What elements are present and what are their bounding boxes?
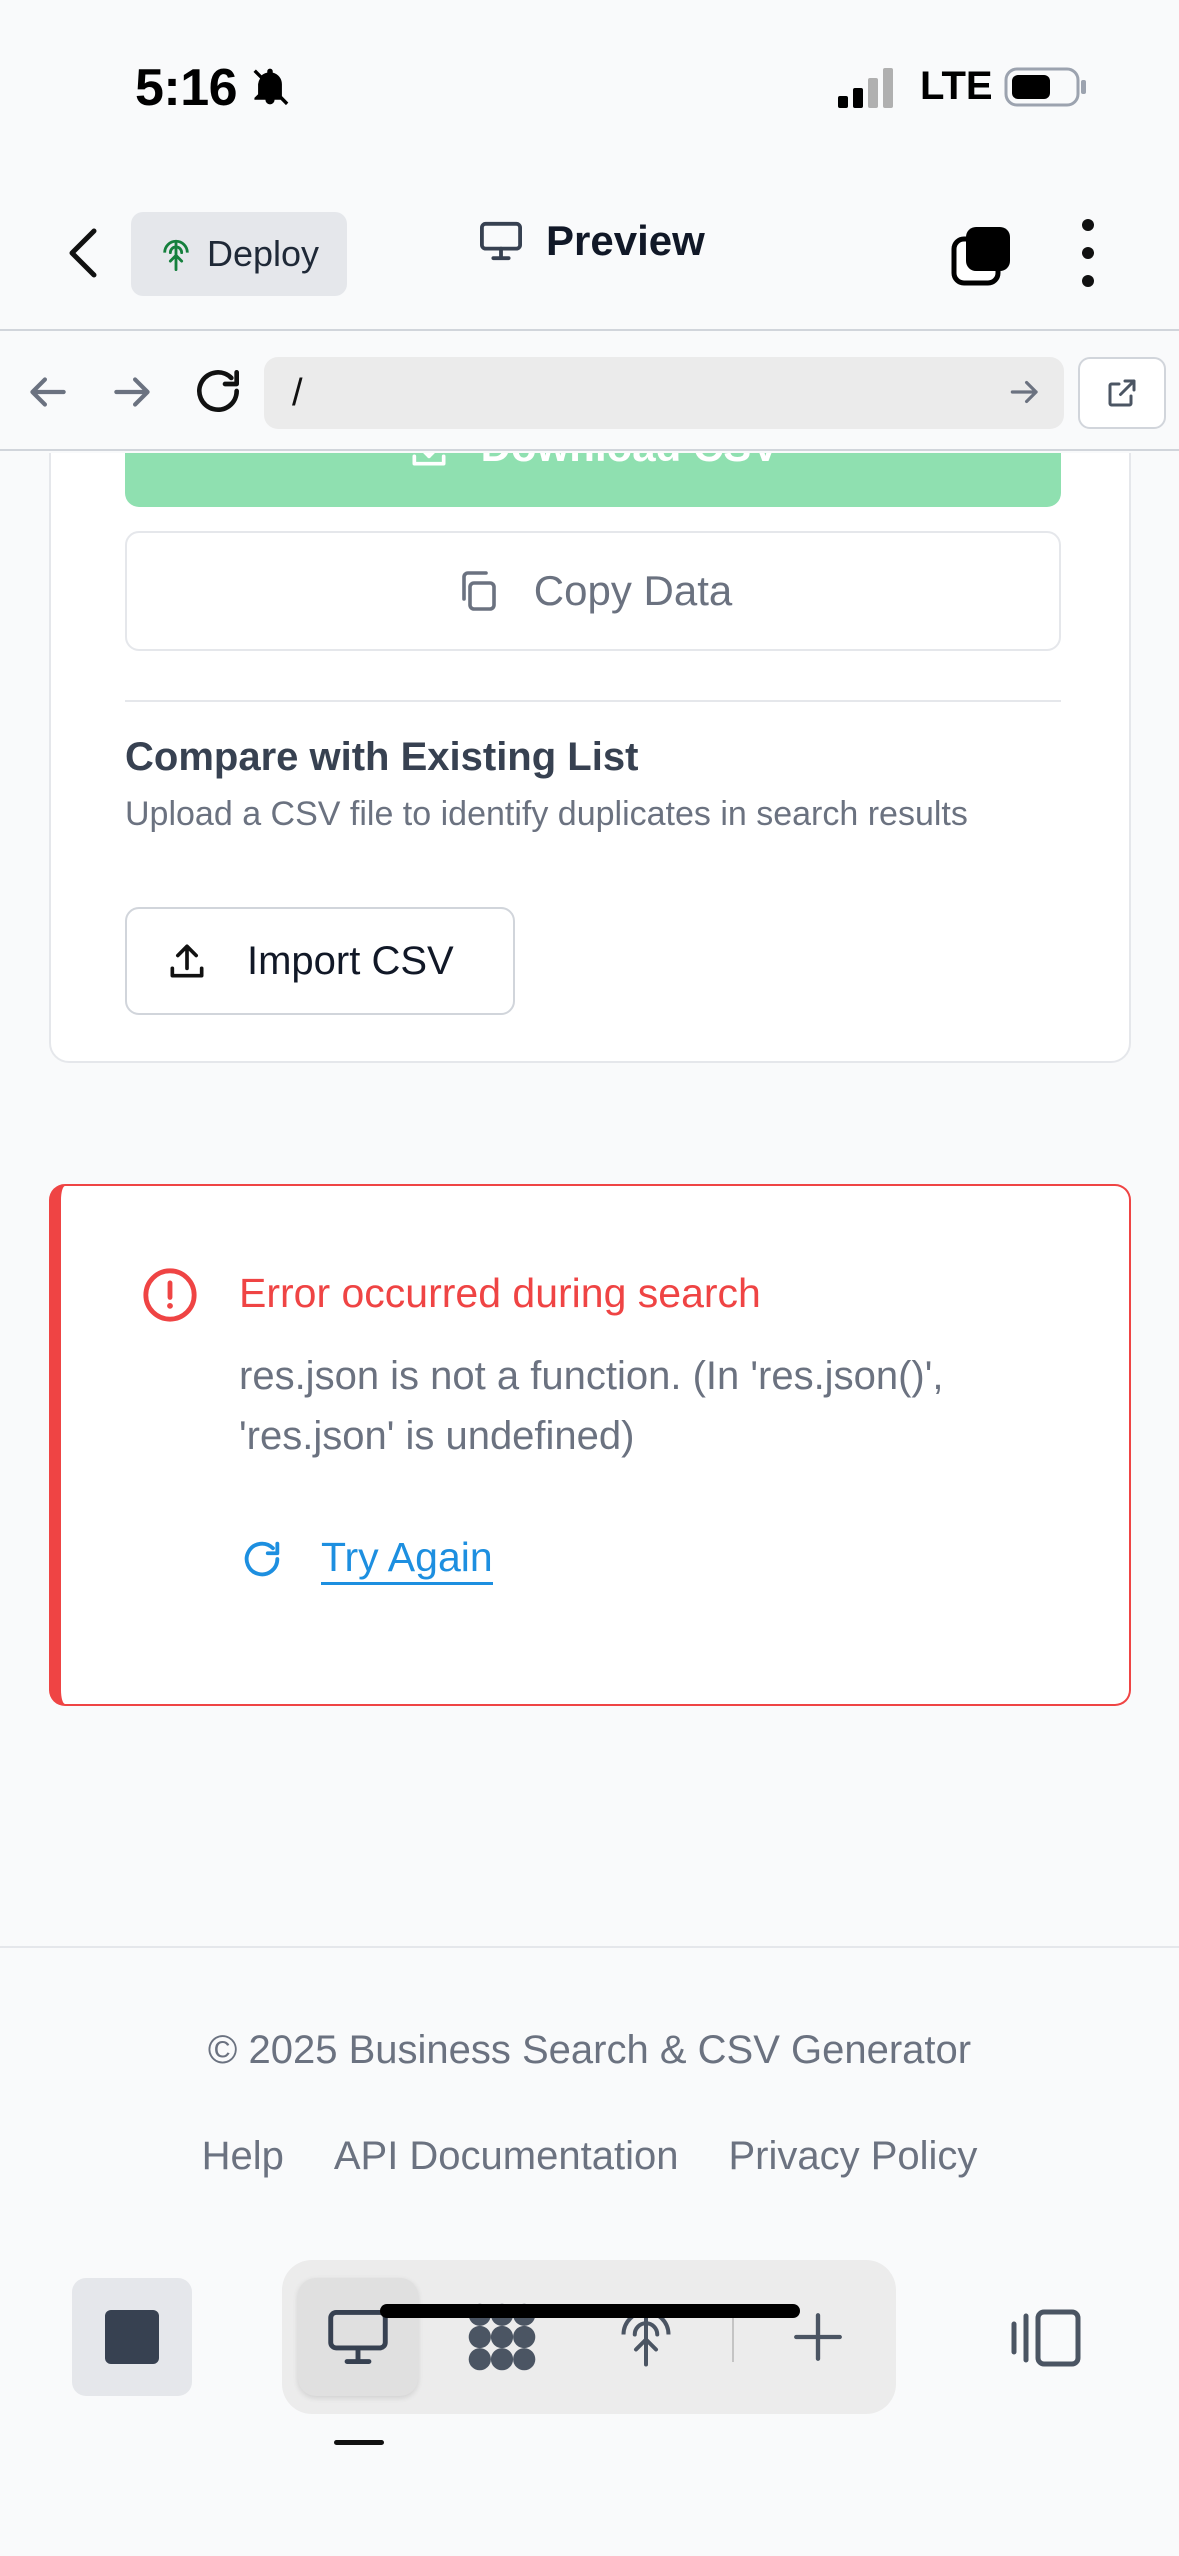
copy-data-label: Copy Data bbox=[533, 567, 733, 614]
footer-link-privacy[interactable]: Privacy Policy bbox=[728, 2134, 977, 2179]
download-icon bbox=[412, 453, 446, 466]
bell-slash-icon bbox=[253, 68, 289, 106]
divider bbox=[125, 700, 1061, 702]
compare-description: Upload a CSV file to identify duplicates… bbox=[125, 795, 968, 833]
battery-icon bbox=[1004, 67, 1086, 107]
import-csv-button[interactable]: Import CSV bbox=[125, 907, 515, 1015]
signal-icon bbox=[838, 68, 893, 108]
arrow-left-icon[interactable] bbox=[22, 367, 72, 417]
panel-icon[interactable] bbox=[1010, 2308, 1082, 2368]
compare-title: Compare with Existing List bbox=[125, 735, 639, 779]
deploy-icon bbox=[163, 239, 189, 272]
deploy-label: Deploy bbox=[207, 233, 320, 274]
stop-button[interactable] bbox=[72, 2278, 192, 2396]
agent-view-button[interactable] bbox=[442, 2278, 562, 2396]
reload-icon[interactable] bbox=[190, 363, 246, 419]
preview-title[interactable]: Preview bbox=[478, 217, 705, 265]
url-field[interactable] bbox=[264, 357, 1064, 429]
active-indicator bbox=[334, 2440, 384, 2445]
arrow-right-icon[interactable] bbox=[108, 367, 158, 417]
page-content: Download CSV Copy Data Compare with Exis… bbox=[0, 453, 1179, 1948]
copy-icon bbox=[461, 571, 496, 611]
browser-bar bbox=[0, 333, 1179, 451]
error-title: Error occurred during search bbox=[239, 1270, 761, 1316]
footer-link-help[interactable]: Help bbox=[202, 2134, 284, 2179]
arrow-right-icon[interactable] bbox=[1006, 373, 1044, 411]
export-card: Download CSV Copy Data Compare with Exis… bbox=[49, 453, 1131, 1063]
footer-links: Help API Documentation Privacy Policy bbox=[0, 2134, 1179, 2179]
bottom-toolbar bbox=[0, 2216, 1179, 2556]
footer-link-api-docs[interactable]: API Documentation bbox=[334, 2134, 679, 2179]
preview-label: Preview bbox=[546, 217, 705, 264]
home-indicator bbox=[380, 2304, 800, 2318]
copy-data-button[interactable]: Copy Data bbox=[125, 531, 1061, 651]
deploy-view-button[interactable] bbox=[586, 2278, 706, 2396]
status-bar: 5:16 LTE bbox=[0, 0, 1179, 175]
deploy-button[interactable]: Deploy bbox=[131, 212, 347, 296]
kebab-icon[interactable] bbox=[1070, 215, 1106, 291]
monitor-icon bbox=[480, 221, 522, 261]
status-time: 5:16 bbox=[135, 59, 238, 117]
download-csv-label: Download CSV bbox=[481, 453, 780, 471]
separator bbox=[732, 2312, 734, 2362]
plus-icon bbox=[794, 2313, 842, 2361]
chevron-left-icon[interactable] bbox=[60, 223, 110, 283]
view-switcher bbox=[282, 2260, 896, 2414]
try-again-button[interactable]: Try Again bbox=[239, 1532, 493, 1585]
add-tab-button[interactable] bbox=[758, 2278, 878, 2396]
open-external-button[interactable] bbox=[1078, 357, 1166, 429]
layers-icon[interactable] bbox=[950, 223, 1014, 287]
error-alert: Error occurred during search res.json is… bbox=[49, 1184, 1131, 1706]
footer: © 2025 Business Search & CSV Generator H… bbox=[0, 1946, 1179, 2216]
copyright-text: © 2025 Business Search & CSV Generator bbox=[207, 2028, 972, 2072]
try-again-label: Try Again bbox=[321, 1532, 493, 1585]
preview-view-button[interactable] bbox=[298, 2278, 418, 2396]
refresh-icon bbox=[244, 1541, 280, 1576]
open-external-icon bbox=[1108, 379, 1136, 407]
network-label: LTE bbox=[920, 64, 993, 108]
alert-circle-icon bbox=[143, 1268, 197, 1322]
upload-icon bbox=[170, 944, 204, 978]
download-csv-button[interactable]: Download CSV bbox=[125, 453, 1061, 507]
app-header: Deploy Preview bbox=[0, 175, 1179, 331]
monitor-icon bbox=[328, 2310, 388, 2364]
import-csv-label: Import CSV bbox=[247, 938, 454, 983]
error-message: res.json is not a function. (In 'res.jso… bbox=[239, 1354, 944, 1458]
stop-icon bbox=[105, 2310, 159, 2364]
